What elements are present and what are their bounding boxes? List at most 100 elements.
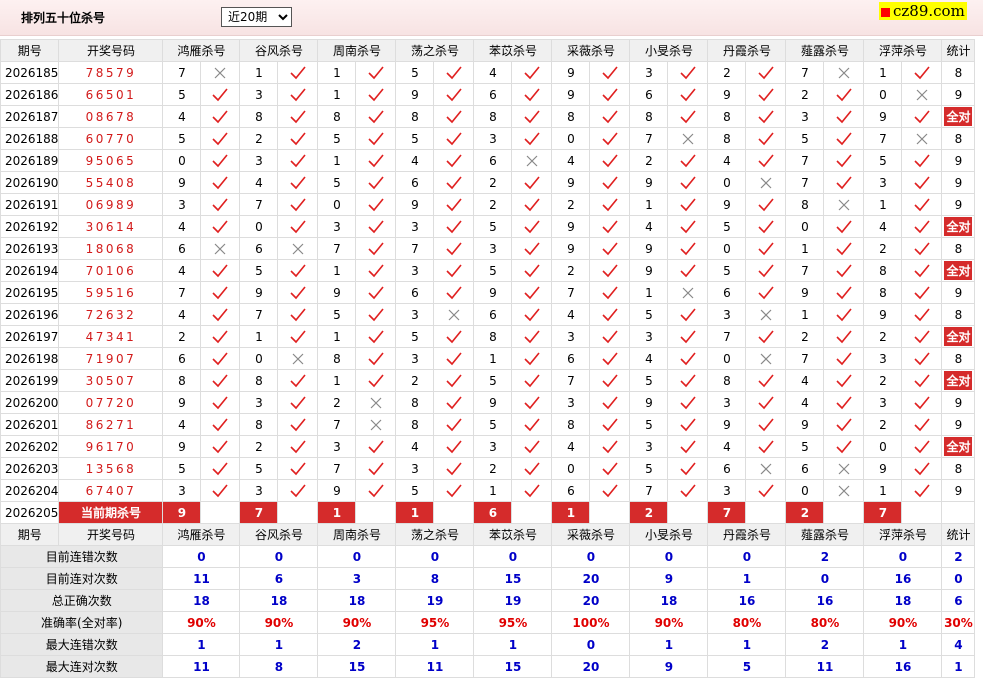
- kill-number-cell: 9: [395, 193, 435, 216]
- check-icon: [433, 281, 475, 304]
- kill-number-cell: 0: [707, 347, 747, 370]
- check-icon: [589, 83, 631, 106]
- kill-number-cell: 4: [863, 215, 903, 238]
- kill-number-cell: 8: [707, 105, 747, 128]
- check-icon: [277, 303, 319, 326]
- stat-cell: 全对: [941, 435, 976, 458]
- kill-number-cell: 9: [863, 303, 903, 326]
- summary-value: 18: [239, 589, 319, 612]
- kill-number-cell: 4: [707, 149, 747, 172]
- summary-value: 18: [317, 589, 397, 612]
- kill-number-cell: 2: [395, 369, 435, 392]
- check-icon: [823, 435, 865, 458]
- header-expert: 苯苡杀号: [473, 523, 553, 546]
- period-cell: 2026199: [0, 369, 60, 392]
- check-icon: [511, 369, 553, 392]
- period-range-select[interactable]: 近20期: [221, 7, 292, 27]
- check-icon: [901, 149, 943, 172]
- current-kill-number: 7: [707, 501, 747, 524]
- cross-icon: [200, 237, 241, 260]
- table-row: 2026197 47341 2 1 1 5 8 3 3 7 2 2 全对: [0, 325, 976, 348]
- summary-row: 目前连对次数 11 6 3 8 15 20 9 1 0 16 0: [0, 567, 976, 590]
- kill-number-cell: 3: [395, 259, 435, 282]
- check-icon: [745, 237, 787, 260]
- summary-value: 80%: [707, 611, 787, 634]
- stat-cell: 9: [941, 479, 976, 502]
- summary-row: 准确率(全对率) 90% 90% 90% 95% 95% 100% 90% 80% 80% 90% 3…: [0, 611, 976, 634]
- check-icon: [589, 61, 631, 84]
- draw-number-cell: 71907: [58, 347, 164, 370]
- draw-number-cell: 59516: [58, 281, 164, 304]
- kill-number-cell: 8: [317, 347, 357, 370]
- summary-value: 100%: [551, 611, 631, 634]
- kill-number-cell: 2: [551, 193, 591, 216]
- empty-cell: [277, 501, 319, 524]
- table-row: 2026192 30614 4 0 3 3 5 9 4 5 0 4 全对: [0, 215, 976, 238]
- kill-number-cell: 1: [863, 61, 903, 84]
- check-icon: [901, 215, 943, 238]
- check-icon: [745, 435, 787, 458]
- check-icon: [901, 171, 943, 194]
- table-row: 2026191 06989 3 7 0 9 2 2 1 9 8 1 9: [0, 193, 976, 216]
- stat-cell: 全对: [941, 215, 976, 238]
- summary-value: 1: [863, 633, 943, 656]
- cross-icon: [901, 127, 943, 150]
- period-cell: 2026198: [0, 347, 60, 370]
- summary-value: 3: [317, 567, 397, 590]
- stat-cell: 8: [941, 457, 976, 480]
- table-row: 2026196 72632 4 7 5 3 6 4 5 3 1 9 8: [0, 303, 976, 326]
- kill-number-cell: 4: [239, 171, 279, 194]
- check-icon: [433, 413, 475, 436]
- empty-cell: [667, 501, 709, 524]
- stat-cell: 9: [941, 83, 976, 106]
- draw-number-cell: 78579: [58, 61, 164, 84]
- kill-number-cell: 6: [551, 347, 591, 370]
- header-expert: 谷风杀号: [239, 39, 319, 62]
- summary-value: 1: [707, 567, 787, 590]
- current-kill-number: 7: [863, 501, 903, 524]
- empty-cell: [823, 501, 865, 524]
- kill-number-cell: 7: [629, 127, 669, 150]
- period-cell: 2026195: [0, 281, 60, 304]
- kill-number-cell: 2: [863, 369, 903, 392]
- empty-cell: [355, 501, 397, 524]
- cross-icon: [823, 61, 865, 84]
- kill-number-cell: 3: [863, 171, 903, 194]
- kill-number-cell: 5: [473, 259, 513, 282]
- kill-number-cell: 0: [785, 215, 825, 238]
- header-row: 期号 开奖号码 鸿雁杀号 谷风杀号 周南杀号 荡之杀号 苯苡杀号 采薇杀号 小旻杀号 丹霞杀号 薤露…: [0, 523, 976, 546]
- check-icon: [901, 391, 943, 414]
- stat-cell: 9: [941, 193, 976, 216]
- kill-number-cell: 8: [395, 413, 435, 436]
- kill-number-cell: 9: [551, 237, 591, 260]
- kill-number-cell: 8: [551, 105, 591, 128]
- current-kill-number: 7: [239, 501, 279, 524]
- summary-value: 1: [239, 633, 319, 656]
- header-expert: 采薇杀号: [551, 39, 631, 62]
- summary-value: 11: [162, 567, 241, 590]
- check-icon: [511, 391, 553, 414]
- cross-icon: [667, 281, 709, 304]
- kill-number-cell: 2: [239, 127, 279, 150]
- check-icon: [667, 325, 709, 348]
- check-icon: [511, 215, 553, 238]
- header-draw: 开奖号码: [58, 523, 164, 546]
- check-icon: [589, 127, 631, 150]
- kill-number-cell: 3: [317, 435, 357, 458]
- cross-icon: [277, 347, 319, 370]
- kill-number-cell: 5: [473, 413, 513, 436]
- check-icon: [511, 347, 553, 370]
- draw-number-cell: 13568: [58, 457, 164, 480]
- check-icon: [433, 83, 475, 106]
- check-icon: [355, 281, 397, 304]
- check-icon: [667, 435, 709, 458]
- period-cell: 2026203: [0, 457, 60, 480]
- check-icon: [901, 457, 943, 480]
- kill-number-cell: 9: [629, 171, 669, 194]
- check-icon: [589, 237, 631, 260]
- kill-number-cell: 1: [317, 259, 357, 282]
- header-expert: 小旻杀号: [629, 523, 709, 546]
- site-logo[interactable]: cz89.com: [879, 2, 967, 20]
- check-icon: [511, 83, 553, 106]
- stat-cell: 全对: [941, 325, 976, 348]
